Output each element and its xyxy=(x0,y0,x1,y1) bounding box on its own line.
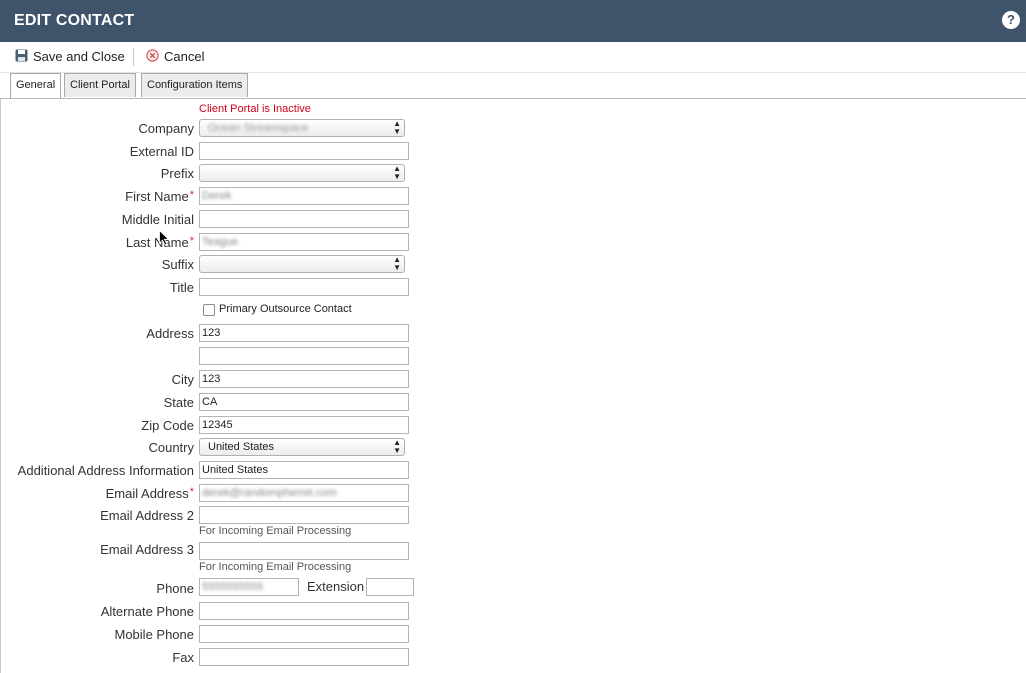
prefix-select[interactable]: ▲ ▼ xyxy=(199,164,405,182)
client-portal-status: Client Portal is Inactive xyxy=(199,103,311,115)
external-id-label: External ID xyxy=(129,144,194,159)
first-name-label: First Name* xyxy=(125,189,194,204)
zip-code-field[interactable]: 12345 xyxy=(199,416,409,434)
first-name-field[interactable]: Derek xyxy=(199,187,409,205)
fax-field[interactable] xyxy=(199,648,409,666)
address-line2-field[interactable] xyxy=(199,347,409,365)
email3-field[interactable] xyxy=(199,542,409,560)
middle-initial-label: Middle Initial xyxy=(121,212,194,227)
tab-client-portal[interactable]: Client Portal xyxy=(64,73,136,97)
email-label: Email Address* xyxy=(105,486,194,501)
address-line1-field[interactable]: 123 xyxy=(199,324,409,342)
help-icon[interactable]: ? xyxy=(1002,11,1020,29)
toolbar: Save and Close Cancel xyxy=(0,42,1026,73)
email3-hint: For Incoming Email Processing xyxy=(199,561,352,573)
phone-label: Phone xyxy=(156,581,194,596)
suffix-select[interactable]: ▲ ▼ xyxy=(199,255,405,273)
up-down-arrows-icon: ▲ ▼ xyxy=(393,438,401,455)
prefix-label: Prefix xyxy=(160,166,194,181)
tab-configuration-items[interactable]: Configuration Items xyxy=(141,73,249,97)
country-label: Country xyxy=(148,440,194,455)
address-label: Address xyxy=(146,326,194,341)
company-value: Ocean Streamspace xyxy=(208,122,309,134)
state-label: State xyxy=(163,395,194,410)
email2-hint: For Incoming Email Processing xyxy=(199,525,352,537)
company-label: Company xyxy=(138,121,194,136)
fax-label: Fax xyxy=(172,650,194,665)
country-select[interactable]: United States ▲ ▼ xyxy=(199,438,405,456)
last-name-value: Teague xyxy=(202,236,239,248)
phone-field[interactable]: 5555555555 xyxy=(199,578,299,596)
mobile-phone-field[interactable] xyxy=(199,625,409,643)
email-field[interactable]: derek@randompherret.com xyxy=(199,484,409,502)
tab-strip: General Client Portal Configuration Item… xyxy=(0,72,1026,99)
cancel-circle-icon xyxy=(146,48,159,67)
title-label: Title xyxy=(169,280,194,295)
city-field[interactable]: 123 xyxy=(199,370,409,388)
company-select[interactable]: Ocean Streamspace ▲ ▼ xyxy=(199,119,405,137)
title-field[interactable] xyxy=(199,278,409,296)
external-id-field[interactable] xyxy=(199,142,409,160)
tab-general[interactable]: General xyxy=(10,73,62,98)
save-and-close-label: Save and Close xyxy=(33,49,125,64)
email2-field[interactable] xyxy=(199,506,409,524)
up-down-arrows-icon: ▲ ▼ xyxy=(393,164,401,181)
extension-field[interactable] xyxy=(366,578,414,596)
suffix-label: Suffix xyxy=(161,257,194,272)
primary-outsource-label: Primary Outsource Contact xyxy=(219,303,352,315)
toolbar-divider xyxy=(133,48,134,66)
middle-initial-field[interactable] xyxy=(199,210,409,228)
phone-value: 5555555555 xyxy=(202,581,264,593)
window-title: EDIT CONTACT xyxy=(14,12,135,29)
first-name-value: Derek xyxy=(202,190,232,202)
alternate-phone-label: Alternate Phone xyxy=(100,604,194,619)
up-down-arrows-icon: ▲ ▼ xyxy=(393,255,401,272)
required-marker: * xyxy=(189,189,194,201)
save-and-close-button[interactable]: Save and Close xyxy=(15,48,125,66)
last-name-field[interactable]: Teague xyxy=(199,233,409,251)
state-field[interactable]: CA xyxy=(199,393,409,411)
title-bar: EDIT CONTACT ? xyxy=(0,0,1026,42)
primary-outsource-checkbox[interactable] xyxy=(203,304,215,316)
form-panel xyxy=(0,99,1026,673)
email3-label: Email Address 3 xyxy=(100,542,194,557)
mobile-phone-label: Mobile Phone xyxy=(114,627,195,642)
mouse-cursor-icon xyxy=(159,229,170,251)
required-marker: * xyxy=(189,486,194,498)
email-value: derek@randompherret.com xyxy=(202,487,337,499)
cancel-button[interactable]: Cancel xyxy=(146,48,204,66)
additional-address-field[interactable]: United States xyxy=(199,461,409,479)
country-value: United States xyxy=(208,441,275,453)
cancel-label: Cancel xyxy=(164,49,205,64)
additional-address-label: Additional Address Information xyxy=(17,463,194,478)
alternate-phone-field[interactable] xyxy=(199,602,409,620)
floppy-disk-icon xyxy=(15,49,28,67)
zip-code-label: Zip Code xyxy=(141,418,194,433)
city-label: City xyxy=(171,372,194,387)
required-marker: * xyxy=(189,235,194,247)
extension-label: Extension xyxy=(307,579,365,594)
up-down-arrows-icon: ▲ ▼ xyxy=(393,119,401,136)
email2-label: Email Address 2 xyxy=(100,508,194,523)
